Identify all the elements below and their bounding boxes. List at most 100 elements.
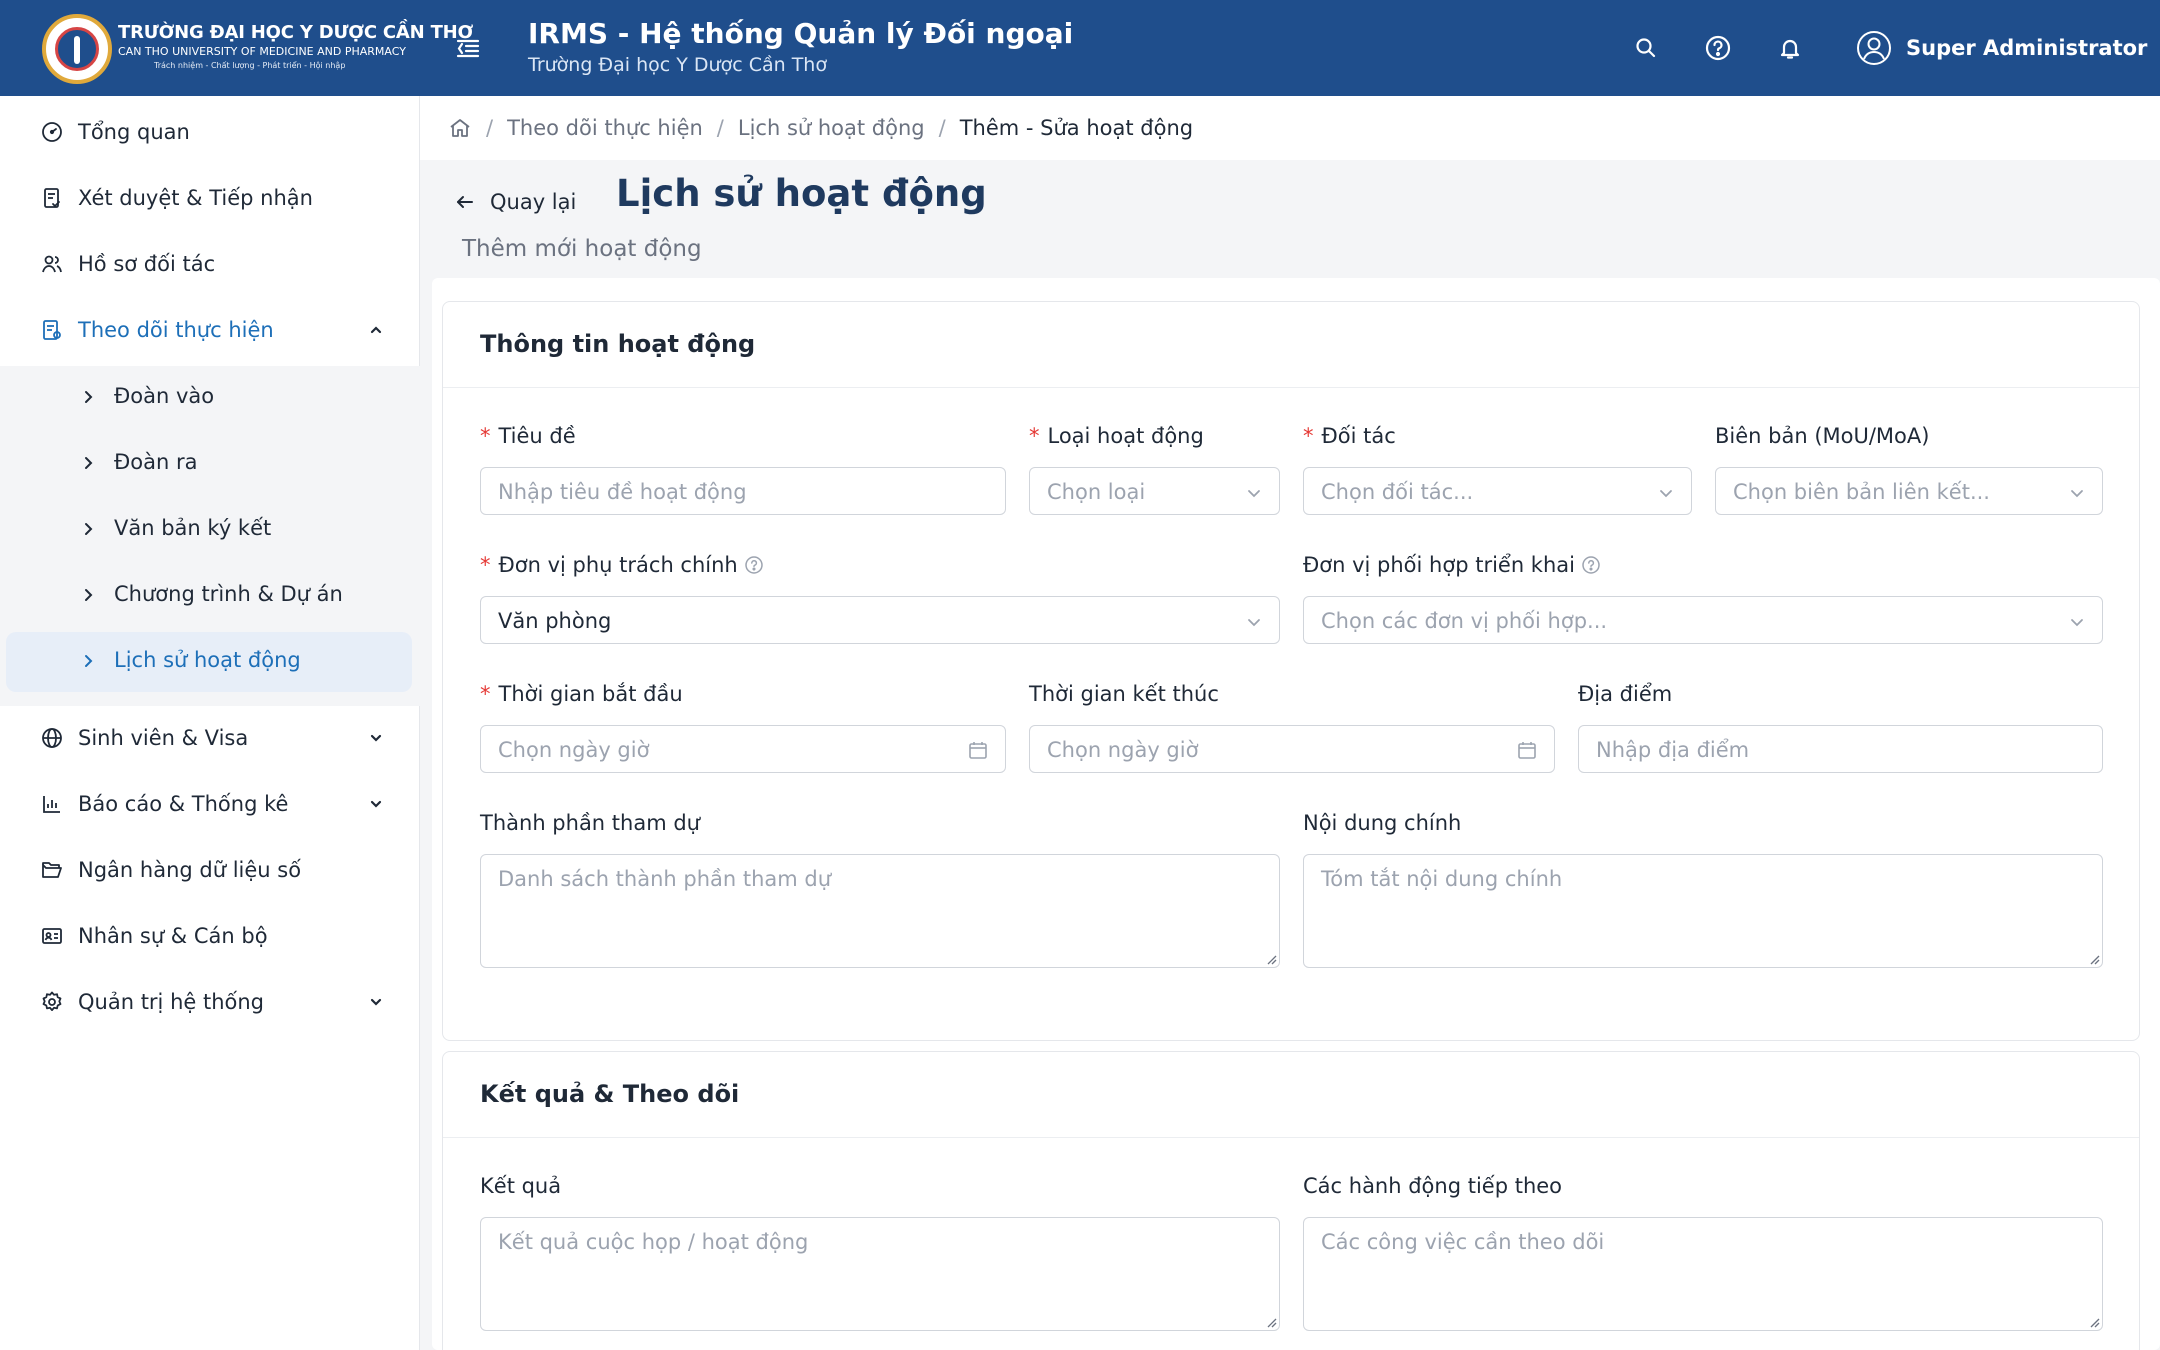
card-header: Kết quả & Theo dõi	[443, 1052, 2139, 1138]
result-label: Kết quả	[480, 1174, 562, 1198]
content-textarea[interactable]: Tóm tắt nội dung chính	[1303, 854, 2103, 968]
sidebar-item-label: Nhân sự & Cán bộ	[78, 924, 268, 948]
agreement-select[interactable]: Chọn biên bản liên kết...	[1715, 467, 2103, 515]
chevron-right-icon	[80, 389, 96, 405]
search-icon[interactable]	[1632, 34, 1660, 62]
chevron-right-icon	[80, 587, 96, 603]
sidebar-subitem-label: Văn bản ký kết	[114, 516, 272, 540]
sidebar-item-label: Hồ sơ đối tác	[78, 252, 216, 276]
agreement-label: Biên bản (MoU/MoA)	[1715, 424, 1930, 448]
sidebar-subitem-label: Đoàn ra	[114, 450, 198, 474]
help-circle-icon[interactable]	[744, 555, 764, 575]
back-button[interactable]: Quay lại	[454, 190, 576, 214]
chevron-down-icon	[1657, 484, 1675, 502]
start-time-label: * Thời gian bắt đầu	[480, 682, 683, 706]
partner-label: * Đối tác	[1303, 424, 1396, 448]
end-time-label: Thời gian kết thúc	[1029, 682, 1219, 706]
breadcrumb-current: Thêm - Sửa hoạt động	[959, 116, 1194, 140]
resize-handle-icon[interactable]	[2088, 953, 2100, 965]
page-subtitle: Thêm mới hoạt động	[462, 236, 702, 262]
sidebar-subitem-van-ban[interactable]: Văn bản ký kết	[6, 500, 412, 558]
sidebar-item-label: Sinh viên & Visa	[78, 726, 249, 750]
sidebar-item-quan-tri[interactable]: Quản trị hệ thống	[6, 972, 412, 1032]
title-input[interactable]: Nhập tiêu đề hoạt động	[480, 467, 1006, 515]
sidebar-subitem-lich-su[interactable]: Lịch sử hoạt động	[6, 632, 412, 692]
breadcrumb-separator: /	[486, 116, 494, 140]
sidebar-item-nhan-su[interactable]: Nhân sự & Cán bộ	[6, 906, 412, 966]
calendar-icon	[967, 739, 989, 761]
breadcrumb-link[interactable]: Lịch sử hoạt động	[738, 116, 925, 140]
resize-handle-icon[interactable]	[2088, 1316, 2100, 1328]
breadcrumb-separator: /	[716, 116, 724, 140]
coop-unit-select[interactable]: Chọn các đơn vị phối hợp...	[1303, 596, 2103, 644]
sidebar-item-label: Quản trị hệ thống	[78, 990, 265, 1014]
results-card: Kết quả & Theo dõi Kết quả Kết quả cuộc …	[442, 1051, 2140, 1350]
gear-icon	[40, 990, 64, 1014]
bar-chart-icon	[40, 792, 64, 816]
location-input[interactable]: Nhập địa điểm	[1578, 725, 2103, 773]
sidebar-item-ngan-hang[interactable]: Ngân hàng dữ liệu số	[6, 840, 412, 900]
sidebar-item-ho-so-doi-tac[interactable]: Hồ sơ đối tác	[6, 234, 412, 294]
dashboard-icon	[40, 120, 64, 144]
breadcrumb-link[interactable]: Theo dõi thực hiện	[507, 116, 703, 140]
sidebar-submenu: Đoàn vào Đoàn ra Văn bản ký kết Chương t…	[0, 366, 420, 706]
help-icon[interactable]	[1704, 34, 1732, 62]
activity-type-select[interactable]: Chọn loại	[1029, 467, 1280, 515]
chevron-down-icon	[1245, 613, 1263, 631]
sidebar-subitem-label: Đoàn vào	[114, 384, 215, 408]
globe-icon	[40, 726, 64, 750]
coop-unit-label: Đơn vị phối hợp triển khai	[1303, 553, 1601, 577]
sidebar-item-xet-duyet[interactable]: Xét duyệt & Tiếp nhận	[6, 168, 412, 228]
location-label: Địa điểm	[1578, 682, 1673, 706]
home-icon[interactable]	[448, 116, 472, 140]
sidebar-subitem-chuong-trinh[interactable]: Chương trình & Dự án	[6, 566, 412, 624]
sidebar: Tổng quan Xét duyệt & Tiếp nhận Hồ sơ đố…	[0, 96, 420, 1350]
chevron-up-icon	[368, 322, 384, 338]
result-textarea[interactable]: Kết quả cuộc họp / hoạt động	[480, 1217, 1280, 1331]
start-time-picker[interactable]: Chọn ngày giờ	[480, 725, 1006, 773]
next-actions-textarea[interactable]: Các công việc cần theo dõi	[1303, 1217, 2103, 1331]
sidebar-subitem-doan-vao[interactable]: Đoàn vào	[6, 368, 412, 426]
logo-motto: Trách nhiệm - Chất lượng - Phát triển - …	[154, 61, 346, 70]
sidebar-item-label: Xét duyệt & Tiếp nhận	[78, 186, 313, 210]
tracking-icon	[40, 318, 64, 342]
next-actions-label: Các hành động tiếp theo	[1303, 1174, 1563, 1198]
end-time-picker[interactable]: Chọn ngày giờ	[1029, 725, 1555, 773]
main-unit-select[interactable]: Văn phòng	[480, 596, 1280, 644]
chevron-right-icon	[80, 521, 96, 537]
sidebar-subitem-label: Chương trình & Dự án	[114, 582, 343, 606]
chevron-right-icon	[80, 653, 96, 669]
app-subtitle: Trường Đại học Y Dược Cần Thơ	[528, 54, 827, 76]
user-menu[interactable]: Super Administrator	[1856, 30, 2147, 66]
chevron-down-icon	[2068, 484, 2086, 502]
partner-select[interactable]: Chọn đối tác...	[1303, 467, 1692, 515]
attendees-textarea[interactable]: Danh sách thành phần tham dự	[480, 854, 1280, 968]
sidebar-item-sinh-vien[interactable]: Sinh viên & Visa	[6, 708, 412, 768]
menu-collapse-icon[interactable]	[454, 34, 482, 62]
logo-subtitle: CAN THO UNIVERSITY OF MEDICINE AND PHARM…	[118, 45, 406, 58]
card-header: Thông tin hoạt động	[443, 302, 2139, 388]
main-content: / Theo dõi thực hiện / Lịch sử hoạt động…	[420, 96, 2160, 1350]
breadcrumb: / Theo dõi thực hiện / Lịch sử hoạt động…	[420, 96, 2160, 160]
app-title: IRMS - Hệ thống Quản lý Đối ngoại	[528, 17, 1074, 50]
logo-title: TRƯỜNG ĐẠI HỌC Y DƯỢC CẦN THƠ	[118, 22, 474, 43]
bell-icon[interactable]	[1776, 34, 1804, 62]
sidebar-item-label: Tổng quan	[78, 120, 190, 144]
activity-info-card: Thông tin hoạt động * Tiêu đề Nhập tiêu đ…	[442, 301, 2140, 1041]
sidebar-subitem-doan-ra[interactable]: Đoàn ra	[6, 434, 412, 492]
resize-handle-icon[interactable]	[1265, 1316, 1277, 1328]
folder-open-icon	[40, 858, 64, 882]
sidebar-item-tong-quan[interactable]: Tổng quan	[6, 102, 412, 162]
resize-handle-icon[interactable]	[1265, 953, 1277, 965]
chevron-down-icon	[1245, 484, 1263, 502]
sidebar-item-bao-cao[interactable]: Báo cáo & Thống kê	[6, 774, 412, 834]
title-label: * Tiêu đề	[480, 424, 576, 448]
sidebar-item-label: Báo cáo & Thống kê	[78, 792, 289, 816]
sidebar-item-theo-doi[interactable]: Theo dõi thực hiện	[6, 300, 412, 360]
breadcrumb-separator: /	[938, 116, 946, 140]
user-name: Super Administrator	[1906, 36, 2148, 60]
id-card-icon	[40, 924, 64, 948]
help-circle-icon[interactable]	[1581, 555, 1601, 575]
card-title: Thông tin hoạt động	[480, 330, 756, 358]
activity-type-label: * Loại hoạt động	[1029, 424, 1204, 448]
